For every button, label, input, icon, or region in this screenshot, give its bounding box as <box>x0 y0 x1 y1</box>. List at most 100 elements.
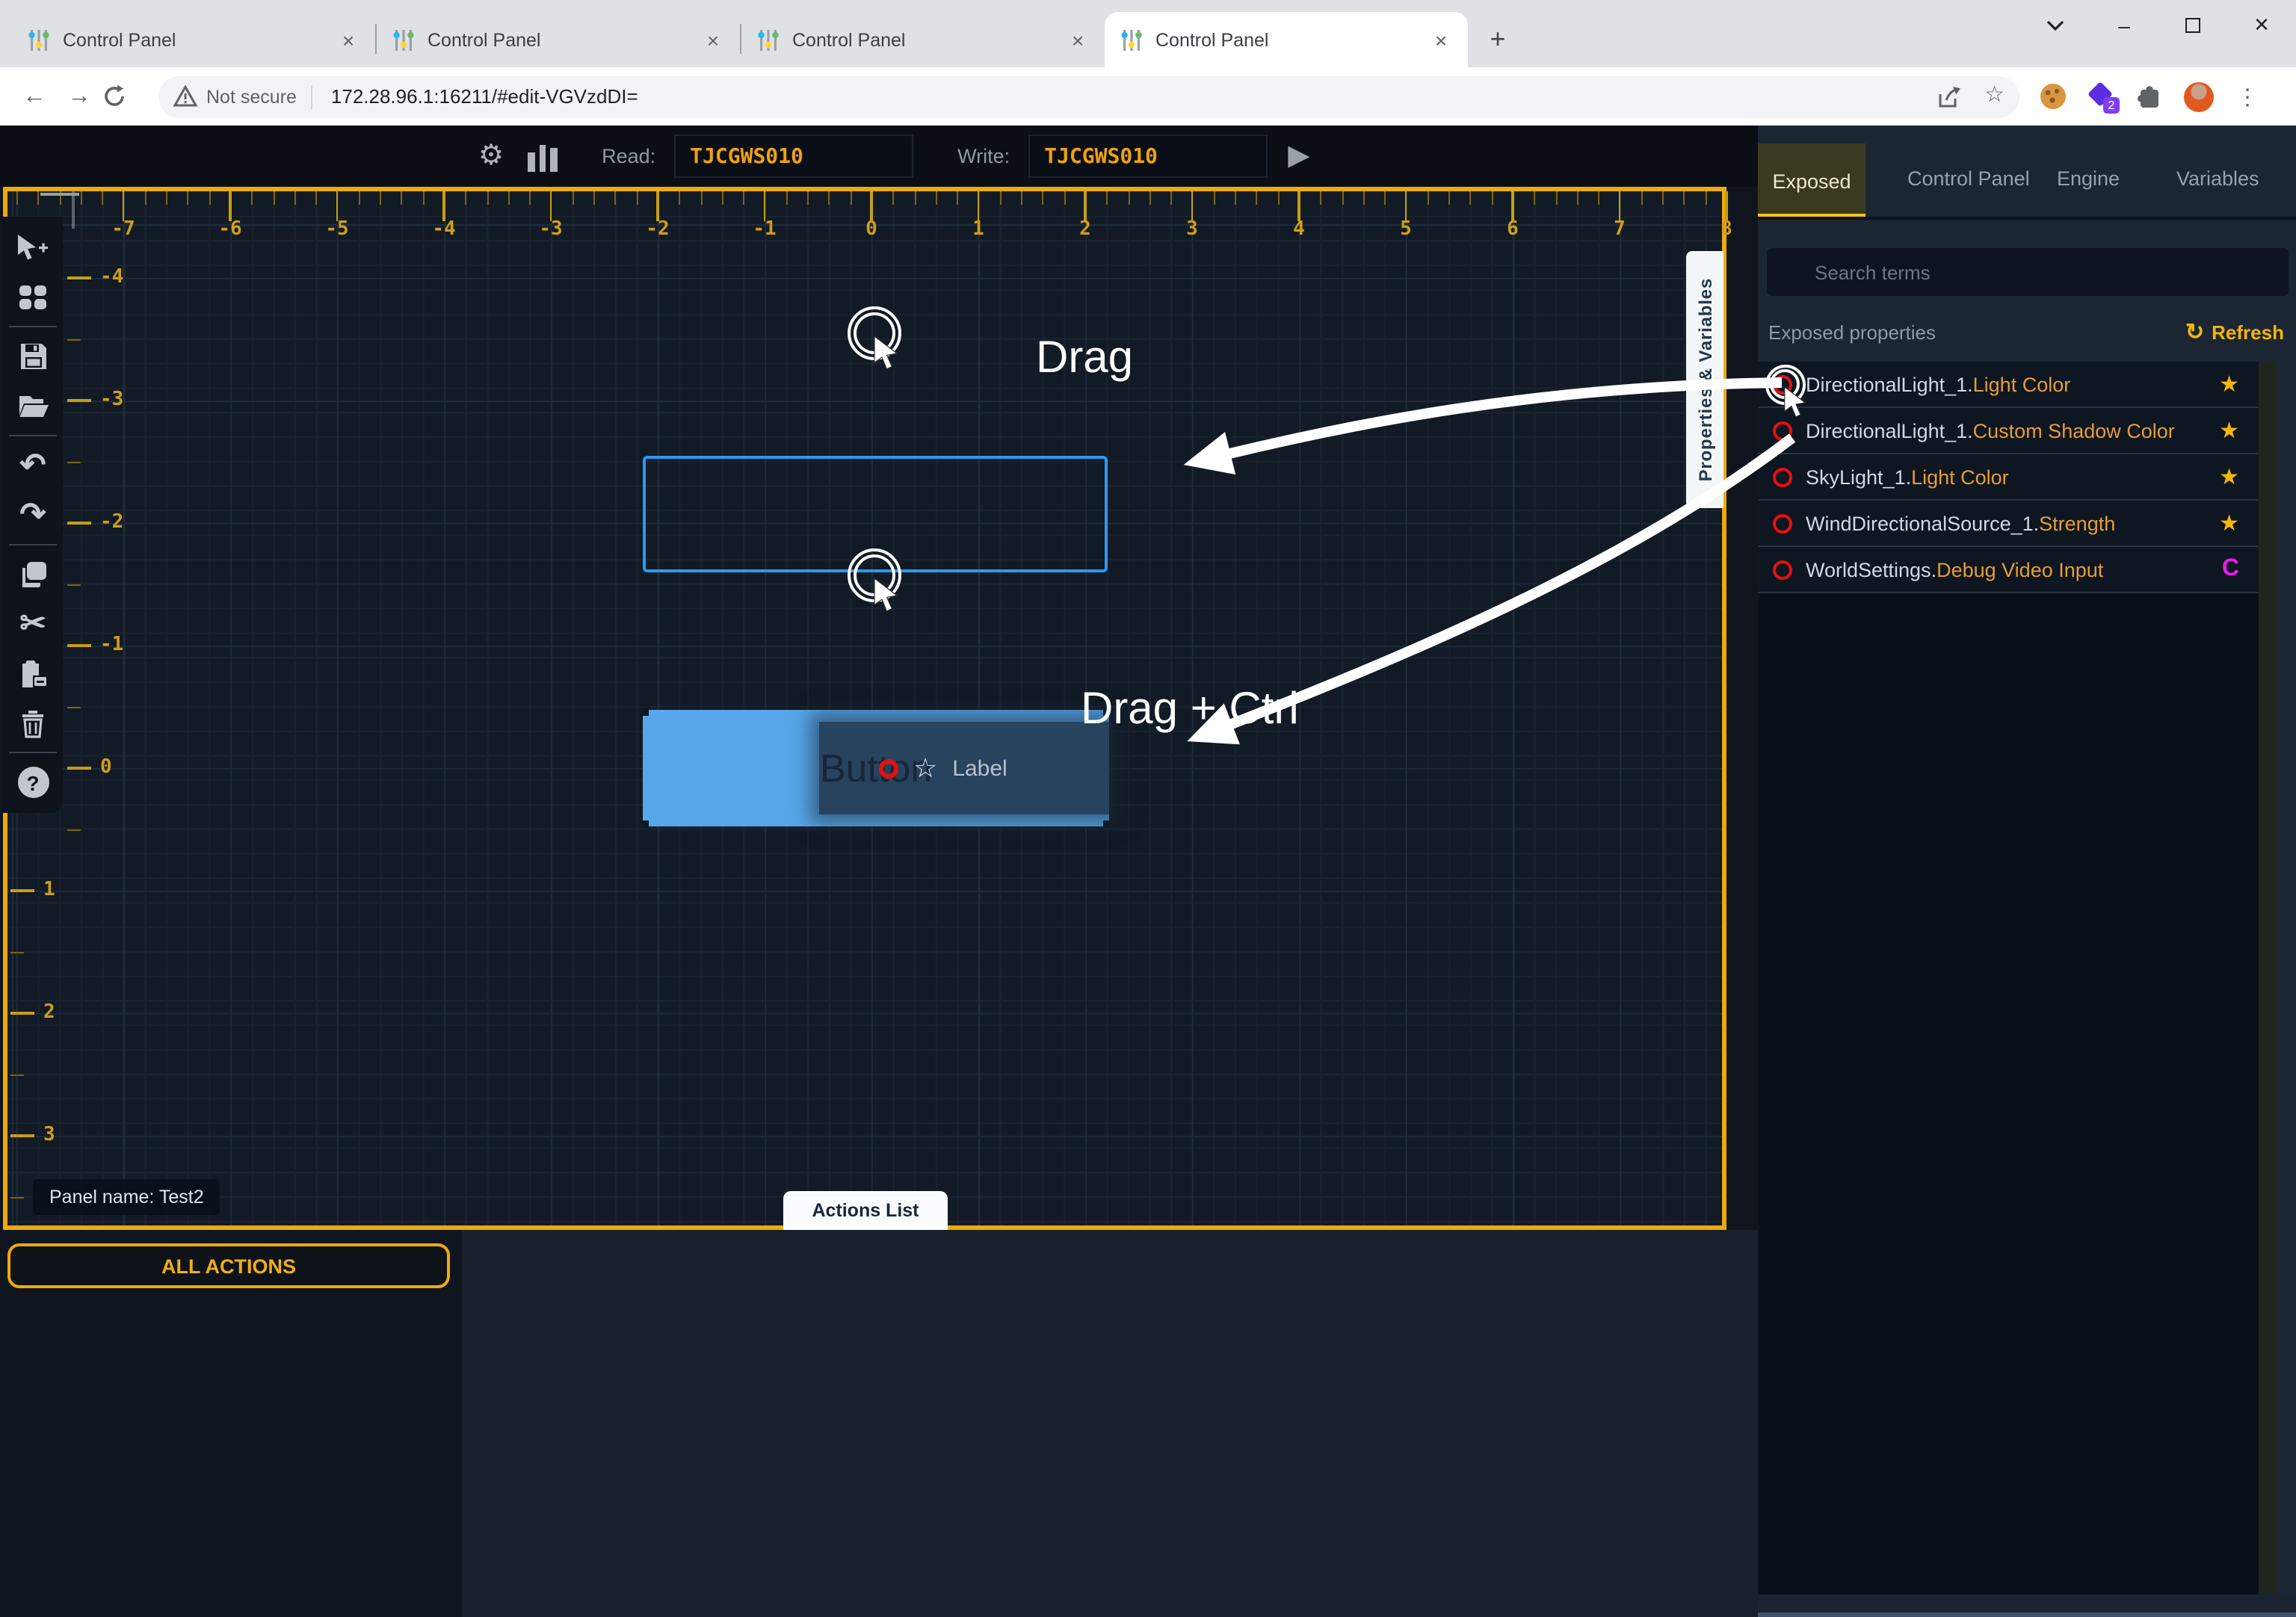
browser-tab-3[interactable]: Control Panel × <box>741 12 1105 67</box>
redo-icon[interactable]: ↷ <box>3 490 63 539</box>
actions-panel: ALL ACTIONS <box>0 1230 459 1617</box>
browser-tab-4[interactable]: Control Panel× <box>1105 12 1468 67</box>
all-actions-button[interactable]: ALL ACTIONS <box>7 1243 450 1288</box>
write-label: Write: <box>957 145 1010 167</box>
browser-tab-2[interactable]: Control Panel× <box>377 12 740 67</box>
write-input[interactable] <box>1028 135 1267 178</box>
tabs-container: Control Panel×Control Panel×Control Pane… <box>12 12 1468 67</box>
v-ruler-label: 3 <box>43 1124 88 1146</box>
favorite-star-icon[interactable]: ★ <box>2219 371 2239 398</box>
h-ruler-label: 8 <box>1701 218 1752 241</box>
tab-variables[interactable]: Variables <box>2176 143 2259 214</box>
refresh-button[interactable]: ↻ Refresh <box>2185 318 2284 345</box>
exposed-property-row[interactable]: WindDirectionalSource_1.Strength★ <box>1758 501 2259 547</box>
open-icon[interactable] <box>3 381 63 430</box>
settings-gear-icon[interactable]: ⚙ <box>478 139 504 173</box>
tab-control-panel[interactable]: Control Panel <box>1907 143 2030 214</box>
layout-columns-icon[interactable] <box>528 141 557 171</box>
c-badge[interactable]: C <box>2222 556 2239 583</box>
exposed-property-row[interactable]: SkyLight_1.Light Color★ <box>1758 454 2259 501</box>
tab-close-icon[interactable]: × <box>1429 28 1453 52</box>
forward-button[interactable]: → <box>57 83 102 110</box>
exposed-properties-list: DirectionalLight_1.Light Color★Direction… <box>1758 362 2259 1595</box>
bookmark-star-icon[interactable]: ☆ <box>1984 84 2005 108</box>
tab-close-icon[interactable]: × <box>1066 28 1090 52</box>
favorite-star-icon[interactable]: ★ <box>2219 417 2239 444</box>
property-name: Light Color <box>1911 466 2009 488</box>
property-name: Custom Shadow Color <box>1973 419 2175 442</box>
drag-ghost-item: ☆ Label <box>819 722 1112 814</box>
help-icon[interactable]: ? <box>3 758 63 807</box>
exposed-property-row[interactable]: WorldSettings.Debug Video Input C <box>1758 547 2259 593</box>
control-panel-favicon <box>27 28 51 52</box>
extensions-puzzle-icon[interactable] <box>2136 84 2161 109</box>
control-panel-favicon <box>1120 28 1144 52</box>
share-icon[interactable] <box>1937 84 1963 108</box>
window-controls: – × <box>2021 0 2296 51</box>
minimize-button[interactable]: – <box>2090 0 2158 51</box>
favorite-star-icon[interactable]: ★ <box>2219 510 2239 537</box>
save-icon[interactable] <box>3 332 63 381</box>
purple-extension-icon[interactable]: 2 <box>2088 84 2114 109</box>
profile-avatar[interactable] <box>2184 81 2214 111</box>
property-object: DirectionalLight_1. <box>1806 373 1973 395</box>
h-ruler-label: -4 <box>419 218 469 241</box>
h-ruler-label: 1 <box>953 218 1004 241</box>
pointer-cursor-icon <box>873 335 906 371</box>
tab-close-icon[interactable]: × <box>701 28 725 52</box>
record-icon[interactable] <box>1773 513 1792 533</box>
record-icon[interactable] <box>1773 467 1792 486</box>
tab-title: Control Panel <box>63 29 324 50</box>
close-window-button[interactable]: × <box>2227 0 2296 51</box>
property-object: WorldSettings. <box>1806 558 1937 581</box>
tab-title: Control Panel <box>792 29 1054 50</box>
record-icon[interactable] <box>1773 560 1792 579</box>
select-move-tool-icon[interactable] <box>3 223 63 272</box>
read-input[interactable] <box>673 135 913 178</box>
properties-variables-tab[interactable]: Properties & Variables <box>1686 251 1723 508</box>
property-name: Strength <box>2039 512 2115 534</box>
cut-icon[interactable]: ✂ <box>3 599 63 649</box>
resize-handle[interactable] <box>641 820 649 828</box>
new-tab-button[interactable]: + <box>1477 18 1519 60</box>
h-ruler-label: -5 <box>312 218 362 241</box>
property-name: Debug Video Input <box>1937 558 2103 581</box>
cookie-extension-icon[interactable] <box>2040 84 2066 109</box>
tab-exposed[interactable]: Exposed <box>1758 143 1866 218</box>
favorite-star-icon[interactable]: ★ <box>2219 463 2239 490</box>
security-label[interactable]: Not secure <box>206 86 297 107</box>
widgets-tool-icon[interactable] <box>3 272 63 321</box>
v-ruler-label: -1 <box>100 634 145 656</box>
browser-tab-1[interactable]: Control Panel × <box>12 12 375 67</box>
favorite-star-icon: ☆ <box>913 752 937 784</box>
exposed-property-row[interactable]: DirectionalLight_1.Light Color★ <box>1758 362 2259 408</box>
tab-close-icon[interactable]: × <box>336 28 360 52</box>
not-secure-warning-icon <box>173 85 197 108</box>
back-button[interactable]: ← <box>12 83 57 110</box>
maximize-button[interactable] <box>2158 0 2227 51</box>
record-icon[interactable] <box>1773 421 1792 440</box>
browser-chevron-down-icon[interactable] <box>2021 0 2090 51</box>
list-scrollbar[interactable] <box>2259 362 2277 1595</box>
reload-button[interactable] <box>102 84 146 109</box>
url-text[interactable]: 172.28.96.1:16211/#edit-VGVzdDI= <box>331 85 1925 108</box>
browser-menu-icon[interactable]: ⋮ <box>2236 83 2259 110</box>
exposed-property-row[interactable]: DirectionalLight_1.Custom Shadow Color★ <box>1758 408 2259 454</box>
url-field[interactable]: Not secure 172.28.96.1:16211/#edit-VGVzd… <box>158 75 2019 117</box>
button-widget[interactable]: Button ☆ Label <box>643 710 1109 826</box>
v-ruler-label: 1 <box>43 879 88 901</box>
paste-icon[interactable] <box>3 649 63 698</box>
h-ruler-label: -7 <box>98 218 149 241</box>
search-input[interactable] <box>1767 248 2289 296</box>
delete-icon[interactable] <box>3 698 63 747</box>
exposed-properties-header: Exposed properties <box>1768 321 1936 344</box>
copy-icon[interactable] <box>3 550 63 599</box>
play-button[interactable]: ▶ <box>1288 139 1309 173</box>
ghost-label: Label <box>952 755 1007 781</box>
actions-list-tab[interactable]: Actions List <box>783 1191 948 1230</box>
resize-handle[interactable] <box>1103 820 1111 828</box>
undo-icon[interactable]: ↶ <box>3 441 63 490</box>
toolbar-divider <box>9 752 57 753</box>
resize-handle[interactable] <box>641 708 649 716</box>
tab-engine[interactable]: Engine <box>2057 143 2120 214</box>
